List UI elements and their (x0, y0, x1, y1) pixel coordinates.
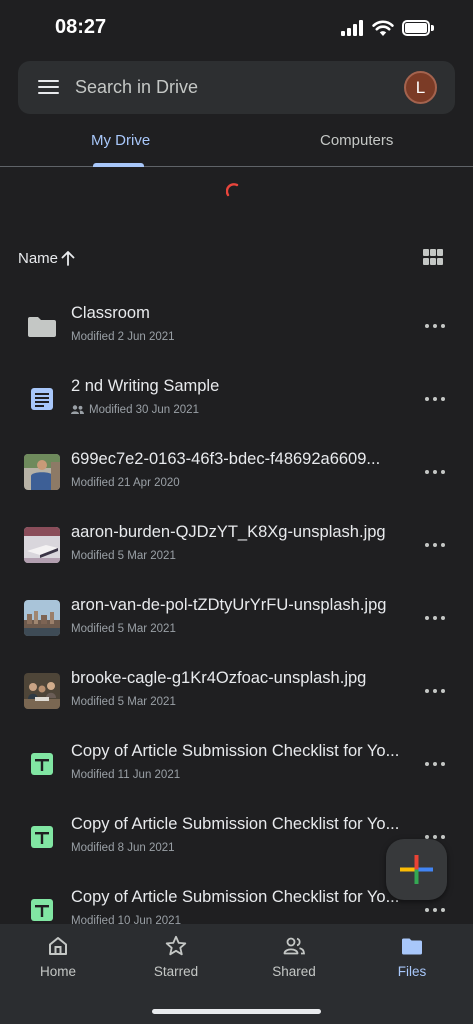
list-item[interactable]: Classroom Modified 2 Jun 2021 (0, 296, 473, 369)
more-options-icon[interactable] (422, 320, 448, 332)
loading-spinner-icon (226, 183, 239, 197)
file-meta: Modified 5 Mar 2021 (71, 696, 176, 708)
sort-row: Name (0, 240, 473, 276)
image-thumbnail (24, 454, 60, 490)
list-item[interactable]: 699ec7e2-0163-46f3-bdec-f48692a6609... M… (0, 442, 473, 515)
more-options-icon[interactable] (422, 393, 448, 405)
folder-icon (28, 317, 56, 337)
nav-home[interactable]: Home (13, 934, 103, 984)
arrow-up-icon[interactable] (60, 249, 76, 267)
file-meta: Modified 21 Apr 2020 (71, 477, 180, 489)
more-options-icon[interactable] (422, 758, 448, 770)
file-name: 2 nd Writing Sample (71, 377, 220, 395)
file-name: 699ec7e2-0163-46f3-bdec-f48692a6609... (71, 450, 381, 468)
file-name: brooke-cagle-g1Kr4Ozfoac-unsplash.jpg (71, 669, 367, 687)
new-item-fab-button[interactable] (386, 839, 447, 900)
sort-by-name-button[interactable]: Name (18, 250, 58, 267)
people-icon (71, 405, 84, 415)
more-options-icon[interactable] (422, 904, 448, 916)
file-name: Classroom (71, 304, 150, 322)
tab-my-drive[interactable]: My Drive (91, 132, 150, 149)
grid-view-icon[interactable] (423, 249, 443, 266)
google-docs-icon (31, 388, 53, 410)
status-bar: 08:27 (0, 0, 473, 56)
file-meta: Modified 5 Mar 2021 (71, 623, 176, 635)
nav-starred[interactable]: Starred (131, 934, 221, 984)
file-meta: Modified 8 Jun 2021 (71, 842, 175, 854)
file-meta: Modified 5 Mar 2021 (71, 550, 176, 562)
more-options-icon[interactable] (422, 612, 448, 624)
status-time: 08:27 (55, 16, 107, 38)
google-sheets-icon (31, 899, 53, 921)
list-item[interactable]: aaron-burden-QJDzYT_K8Xg-unsplash.jpg Mo… (0, 515, 473, 588)
file-name: aaron-burden-QJDzYT_K8Xg-unsplash.jpg (71, 523, 386, 541)
tab-indicator (93, 163, 144, 167)
search-input[interactable]: Search in Drive (75, 77, 198, 98)
more-options-icon[interactable] (422, 539, 448, 551)
file-name: aron-van-de-pol-tZDtyUrYrFU-unsplash.jpg (71, 596, 387, 614)
star-icon (165, 935, 187, 956)
nav-files[interactable]: Files (367, 934, 457, 984)
more-options-icon[interactable] (422, 466, 448, 478)
search-bar[interactable]: Search in Drive L (18, 61, 455, 114)
bottom-navigation: Home Starred Shared Files (0, 924, 473, 1024)
plus-icon (400, 855, 433, 884)
image-thumbnail (24, 600, 60, 636)
list-item[interactable]: Copy of Article Submission Checklist for… (0, 734, 473, 807)
tab-computers[interactable]: Computers (320, 132, 393, 149)
file-meta: Modified 11 Jun 2021 (71, 769, 181, 781)
menu-icon[interactable] (38, 79, 60, 95)
nav-shared[interactable]: Shared (249, 934, 339, 984)
cellular-signal-icon (341, 20, 365, 36)
avatar[interactable]: L (404, 71, 437, 104)
nav-home-label: Home (39, 964, 76, 979)
list-item[interactable]: brooke-cagle-g1Kr4Ozfoac-unsplash.jpg Mo… (0, 661, 473, 734)
file-name: Copy of Article Submission Checklist for… (71, 815, 400, 833)
google-sheets-icon (31, 753, 53, 775)
nav-files-label: Files (397, 964, 427, 979)
list-item[interactable]: aron-van-de-pol-tZDtyUrYrFU-unsplash.jpg… (0, 588, 473, 661)
file-name: Copy of Article Submission Checklist for… (71, 742, 400, 760)
more-options-icon[interactable] (422, 685, 448, 697)
home-icon (49, 937, 67, 955)
file-meta: Modified 30 Jun 2021 (71, 404, 199, 416)
image-thumbnail (24, 673, 60, 709)
file-name: Copy of Article Submission Checklist for… (71, 888, 400, 906)
folder-icon (402, 938, 422, 955)
people-icon (283, 937, 305, 955)
image-thumbnail (24, 527, 60, 563)
nav-starred-label: Starred (153, 964, 199, 979)
wifi-icon (372, 20, 394, 36)
battery-icon (402, 20, 434, 36)
file-meta-text: Modified 30 Jun 2021 (89, 404, 199, 416)
list-item[interactable]: 2 nd Writing Sample Modified 30 Jun 2021 (0, 369, 473, 442)
nav-shared-label: Shared (272, 964, 316, 979)
home-indicator[interactable] (152, 1009, 321, 1014)
file-meta: Modified 2 Jun 2021 (71, 331, 175, 343)
google-sheets-icon (31, 826, 53, 848)
tab-bar: My Drive Computers (0, 118, 473, 167)
